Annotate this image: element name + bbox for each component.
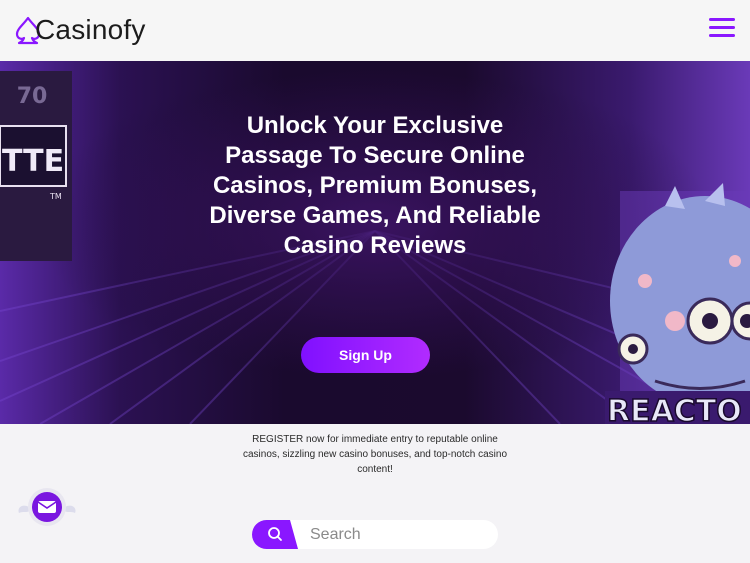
menu-bar — [709, 18, 735, 21]
logo-text: Casinofy — [35, 14, 146, 45]
hero-banner: 70 TTE TM REACTO Unlock Your Exclusive P… — [0, 61, 750, 424]
mail-icon — [18, 488, 76, 526]
sign-up-button[interactable]: Sign Up — [301, 337, 430, 373]
search-button[interactable] — [252, 520, 300, 549]
search-bar — [252, 520, 498, 549]
slot-reel-number: 70 — [17, 84, 48, 109]
casinofy-logo[interactable]: Casinofy — [15, 12, 146, 48]
trademark-text: TM — [49, 192, 62, 201]
hero-title: Unlock Your Exclusive Passage To Secure … — [209, 112, 541, 259]
hamburger-menu-icon[interactable] — [709, 16, 735, 40]
menu-bar — [709, 26, 735, 29]
slot-logo-text: TTE — [2, 144, 64, 179]
reactoonz-logo-text: REACTO — [607, 394, 742, 424]
menu-bar — [709, 34, 735, 37]
site-header: Casinofy — [0, 0, 750, 61]
search-icon — [252, 520, 298, 549]
slot-game-artwork: 70 TTE TM — [0, 71, 72, 261]
search-input[interactable] — [310, 523, 490, 546]
contact-mail-button[interactable] — [15, 485, 79, 529]
register-tagline: REGISTER now for immediate entry to repu… — [242, 434, 508, 475]
reactoonz-monster-artwork: REACTO — [605, 183, 750, 424]
